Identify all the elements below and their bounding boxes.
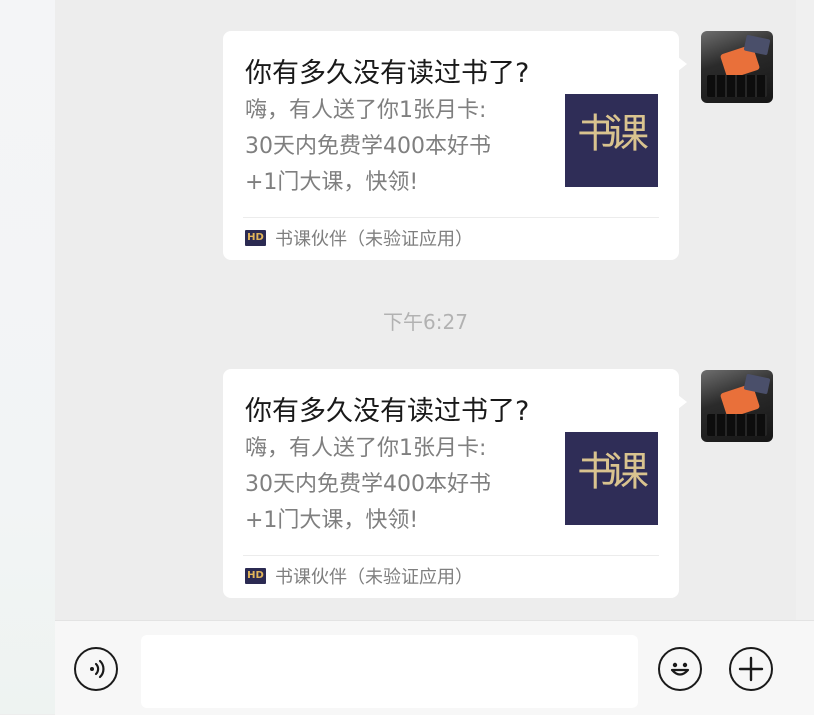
card-title: 你有多久没有读过书了? — [245, 58, 530, 89]
card-description: 嗨，有人送了你1张月卡: 30天内免费学400本好书 +1门大课，快领! — [245, 98, 491, 195]
app-logo-icon: HD — [245, 230, 266, 246]
card-title: 你有多久没有读过书了? — [245, 396, 530, 427]
voice-icon — [90, 659, 105, 679]
app-source-label: 书课伙伴（未验证应用） — [275, 567, 473, 588]
card-description: 嗨，有人送了你1张月卡: 30天内免费学400本好书 +1门大课，快领! — [245, 436, 491, 533]
emoji-icon — [670, 662, 690, 676]
more-button[interactable] — [729, 647, 773, 691]
message-timestamp: 下午6:27 — [383, 310, 468, 334]
thumbnail-logo: 书课 — [577, 449, 649, 495]
card-footer: HD 书课伙伴（未验证应用） — [245, 226, 473, 250]
right-panel-edge — [796, 0, 814, 620]
app-logo-icon: HD — [245, 568, 266, 584]
input-toolbar — [55, 620, 814, 715]
card-footer: HD 书课伙伴（未验证应用） — [245, 564, 473, 588]
plus-icon — [738, 656, 764, 682]
message-input[interactable] — [141, 635, 638, 708]
link-card-message[interactable]: 你有多久没有读过书了? 嗨，有人送了你1张月卡: 30天内免费学400本好书 +… — [223, 369, 687, 598]
voice-button[interactable] — [74, 647, 118, 691]
card-thumbnail: 书课 — [565, 94, 658, 187]
emoji-button[interactable] — [658, 647, 702, 691]
card-divider — [243, 555, 659, 556]
app-source-label: 书课伙伴（未验证应用） — [275, 229, 473, 250]
card-divider — [243, 217, 659, 218]
thumbnail-logo: 书课 — [577, 111, 649, 157]
left-panel-edge — [0, 0, 55, 714]
sender-avatar[interactable] — [701, 31, 773, 103]
link-card-message[interactable]: 你有多久没有读过书了? 嗨，有人送了你1张月卡: 30天内免费学400本好书 +… — [223, 31, 687, 260]
sender-avatar[interactable] — [701, 370, 773, 442]
card-thumbnail: 书课 — [565, 432, 658, 525]
